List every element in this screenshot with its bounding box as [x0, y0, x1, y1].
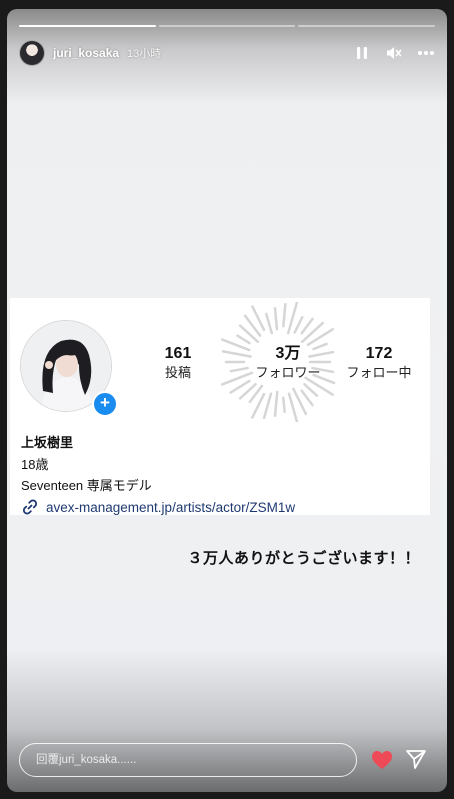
stat-followers[interactable]: 3万 フォロワー: [248, 344, 328, 382]
profile-card: + 161 投稿 3万 フォロワー 172 フォロー中 上坂樹里 18歳 Sev…: [10, 298, 430, 515]
profile-age: 18歳: [21, 457, 49, 472]
burst-ray: [265, 312, 274, 335]
story-frame: juri_kosaka 13小時 + 161 投稿 3万 フォロワー 172 フ…: [7, 9, 447, 792]
add-story-badge: +: [92, 391, 118, 417]
story-username[interactable]: juri_kosaka: [53, 46, 119, 60]
story-header: juri_kosaka 13小時: [19, 39, 435, 67]
burst-ray: [273, 306, 279, 331]
stat-posts-value: 161: [164, 345, 192, 362]
burst-ray: [262, 392, 273, 420]
story-controls: [353, 44, 435, 62]
profile-stats: 161 投稿 3万 フォロワー 172 フォロー中: [153, 344, 423, 384]
story-caption: ３万人ありがとうございます！！: [187, 550, 420, 567]
profile-link[interactable]: avex-management.jp/artists/actor/ZSM1w: [21, 498, 295, 516]
profile-bio: Seventeen 専属モデル: [21, 478, 152, 493]
link-icon: [22, 499, 38, 515]
burst-ray: [300, 389, 314, 407]
stat-following-label: フォロー中: [346, 365, 412, 380]
reply-input[interactable]: [19, 743, 357, 777]
heart-icon[interactable]: [371, 750, 393, 775]
stat-following[interactable]: 172 フォロー中: [341, 344, 417, 382]
stat-following-value: 172: [365, 345, 393, 362]
stat-posts-label: 投稿: [164, 365, 191, 380]
progress-segment: [19, 25, 156, 27]
progress-segment: [298, 25, 436, 27]
story-progress-bar: [19, 25, 436, 27]
stat-followers-value: 3万: [275, 345, 301, 362]
more-dots-icon[interactable]: [417, 44, 435, 62]
burst-ray: [300, 321, 325, 344]
send-icon[interactable]: [405, 749, 427, 775]
burst-ray: [300, 317, 314, 335]
profile-name: 上坂樹里: [21, 435, 74, 450]
burst-ray: [303, 382, 319, 397]
profile-link-text: avex-management.jp/artists/actor/ZSM1w: [46, 499, 296, 515]
burst-ray: [282, 396, 286, 414]
burst-ray: [293, 315, 304, 334]
stat-followers-label: フォロワー: [255, 365, 321, 380]
burst-ray: [282, 302, 287, 328]
burst-ray: [236, 334, 251, 345]
burst-ray: [287, 392, 299, 422]
story-timestamp: 13小時: [127, 48, 162, 60]
burst-ray: [273, 390, 279, 418]
progress-segment: [158, 25, 296, 27]
stat-posts[interactable]: 161 投稿: [153, 344, 203, 382]
pause-icon[interactable]: [353, 44, 371, 62]
progress-fill: [19, 25, 156, 27]
story-avatar[interactable]: [19, 40, 45, 66]
muted-speaker-icon[interactable]: [385, 44, 403, 62]
